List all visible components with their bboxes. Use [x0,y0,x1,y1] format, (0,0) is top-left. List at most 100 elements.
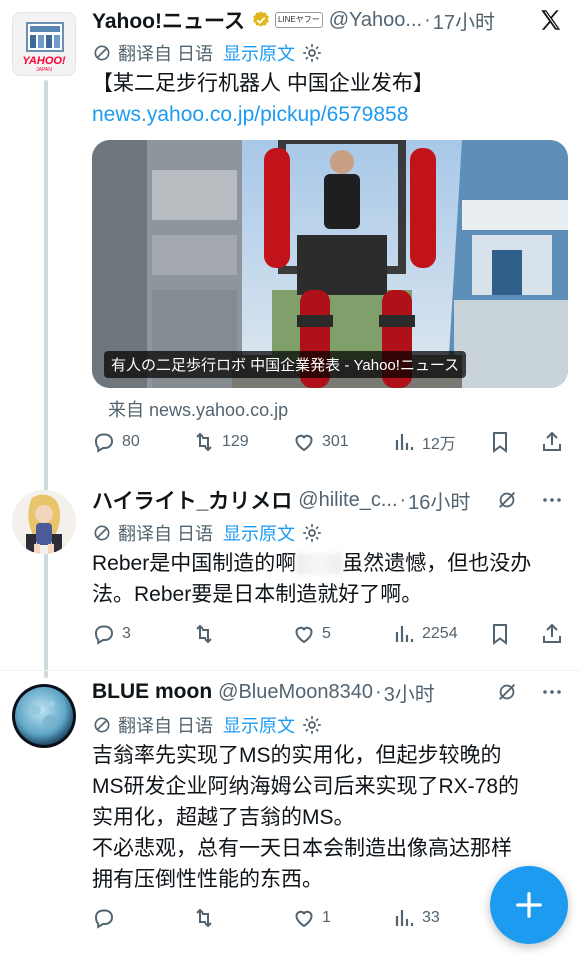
like-button[interactable]: 5 [292,622,392,646]
translate-icon [94,717,110,733]
translation-row: 翻译自 日语 显示原文 [92,712,323,738]
translation-row: 翻译自 日语 显示原文 [92,40,323,66]
share-icon [543,623,561,643]
more-options-icon[interactable] [540,488,564,512]
avatar-blue-moon[interactable] [12,684,76,748]
view-count: 33 [422,909,440,926]
reply-button[interactable]: 3 [92,622,192,646]
retweet-icon [196,908,212,928]
reply-count: 80 [122,433,140,450]
translated-from-label: 翻译自 日语 [118,44,214,64]
gear-icon[interactable] [301,522,323,544]
tweet-header: Yahoo!ニュース LINEヤフー @Yahoo... · 17小时 [92,4,564,36]
grok-icon[interactable] [496,489,518,511]
heart-icon [295,626,313,644]
reply-count: 3 [122,625,131,642]
retweet-icon [196,432,212,452]
views-button[interactable]: 2254 [392,622,488,646]
views-chart-icon [395,434,414,450]
affiliate-badge[interactable]: LINEヤフー [274,12,323,28]
retweet-button[interactable] [192,906,292,930]
handle[interactable]: @hilite_c... [298,489,397,512]
like-count: 1 [322,909,331,926]
tweet-text-line: 实用化，超越了吉翁的MS。 [92,806,355,829]
card-caption: 有人の二足歩行ロボ 中国企業発表 - Yahoo!ニュース [104,351,467,378]
retweet-count: 129 [222,433,249,450]
like-count: 5 [322,625,331,642]
thread-line [44,80,48,678]
display-name[interactable]: BLUE moon [92,680,212,704]
translation-row: 翻译自 日语 显示原文 [92,520,323,546]
avatar-yahoo-news[interactable]: YAHOO! JAPAN [12,12,76,76]
translated-from-label: 翻译自 日语 [118,524,214,544]
tweet-headline: 【某二足步行机器人 中国企业发布】 [92,72,434,95]
separator-dot: · [399,488,407,511]
timestamp[interactable]: 17小时 [433,6,495,35]
reply-button[interactable] [92,906,192,930]
translate-icon [94,525,110,541]
translated-from-label: 翻译自 日语 [118,716,214,736]
reply-icon [94,625,114,645]
timestamp[interactable]: 16小时 [408,486,470,515]
like-count: 301 [322,433,349,450]
bookmark-button[interactable] [488,430,540,454]
display-name[interactable]: ハイライト_カリメロ [92,485,292,515]
display-name[interactable]: Yahoo!ニュース [92,5,245,35]
reply-icon [94,909,114,929]
show-original-link[interactable]: 显示原文 [223,520,295,546]
views-button[interactable]: 33 [392,906,488,930]
avatar-logo-subtext: JAPAN [36,67,52,73]
view-count: 2254 [422,625,458,642]
tweet-text: 【某二足步行机器人 中国企业发布】 news.yahoo.co.jp/picku… [92,68,556,130]
retweet-icon [196,624,212,644]
grok-icon[interactable] [496,681,518,703]
x-logo-icon[interactable] [538,7,564,33]
handle[interactable]: @BlueMoon8340 [218,681,373,704]
tweet-text-line: MS研发企业阿纳海姆公司后来实现了RX-78的 [92,775,520,798]
anime-character-avatar-icon [12,490,76,554]
share-icon [543,431,561,451]
retweet-button[interactable] [192,622,292,646]
tweet-text: 吉翁率先实现了MS的实用化，但起步较晚的 MS研发企业阿纳海姆公司后来实现了RX… [92,740,566,895]
views-button[interactable]: 12万 [392,430,488,454]
link-preview-card[interactable]: 有人の二足歩行ロボ 中国企業発表 - Yahoo!ニュース [92,140,568,388]
show-original-link[interactable]: 显示原文 [223,712,295,738]
heart-icon [295,910,313,928]
bookmark-icon [493,432,507,453]
like-button[interactable]: 301 [292,430,392,454]
share-button[interactable] [540,430,564,454]
card-source[interactable]: 来自 news.yahoo.co.jp [108,396,288,422]
heart-icon [295,434,313,452]
show-original-link[interactable]: 显示原文 [223,40,295,66]
timestamp[interactable]: 3小时 [384,678,435,707]
more-options-icon[interactable] [540,680,564,704]
gear-icon[interactable] [301,42,323,64]
reply-button[interactable]: 80 [92,430,192,454]
avatar-logo-text: YAHOO! [22,55,66,67]
separator-dot: · [424,8,431,31]
moon-avatar-icon [12,684,76,748]
bookmark-button[interactable] [488,622,540,646]
article-link[interactable]: news.yahoo.co.jp/pickup/6579858 [92,99,556,130]
tweet-text-line: 法。Reber要是日本制造就好了啊。 [92,583,423,606]
views-chart-icon [395,626,414,642]
reply-icon [94,433,114,453]
bookmark-icon [493,624,507,645]
like-button[interactable]: 1 [292,906,392,930]
compose-post-button[interactable] [490,866,568,944]
action-bar: 3 5 2254 [92,620,566,648]
translate-icon [94,45,110,61]
separator-dot: · [375,680,382,703]
plus-icon [516,892,542,918]
tweet-header: ハイライト_カリメロ @hilite_c... · 16小时 [92,484,564,516]
tweet-header: BLUE moon @BlueMoon8340 · 3小时 [92,676,564,708]
share-button[interactable] [540,622,564,646]
retweet-button[interactable]: 129 [192,430,292,454]
avatar-hilite[interactable] [12,490,76,554]
action-bar: 80 129 301 12万 [92,428,566,456]
redacted-blur [296,553,343,576]
tweet-text-line: 不必悲观，总有一天日本会制造出像高达那样 [92,837,512,860]
handle[interactable]: @Yahoo... [329,9,422,32]
tweet-text-line: 虽然遗憾，但也没办 [342,552,532,575]
gear-icon[interactable] [301,714,323,736]
